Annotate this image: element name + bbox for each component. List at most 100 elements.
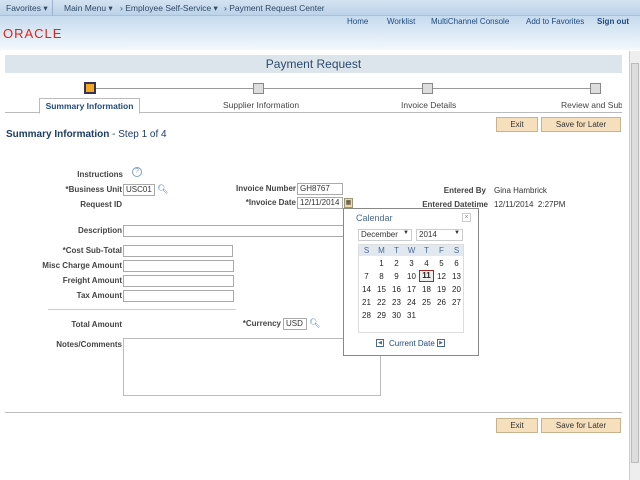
calendar-day[interactable]: 9 <box>389 272 404 281</box>
step-line <box>95 88 601 89</box>
calendar-day[interactable]: 23 <box>389 298 404 307</box>
calendar-day[interactable]: 12 <box>434 272 449 281</box>
current-date-link[interactable]: Current Date <box>389 339 435 348</box>
multichannel-link[interactable]: MultiChannel Console <box>431 17 509 26</box>
favorites-menu[interactable]: Favorites ▾ <box>6 3 48 14</box>
calendar-day[interactable]: 14 <box>359 285 374 294</box>
instructions-label: Instructions <box>77 170 123 179</box>
year-select[interactable]: 2014 ▼ <box>416 229 463 241</box>
step-marker-3[interactable] <box>422 83 433 94</box>
add-favorites-link[interactable]: Add to Favorites <box>526 17 584 26</box>
calendar-day[interactable]: 13 <box>449 272 464 281</box>
request-id-label: Request ID <box>80 200 122 209</box>
calendar-day[interactable]: 24 <box>404 298 419 307</box>
scrollbar-thumb[interactable] <box>631 63 639 463</box>
exit-button[interactable]: Exit <box>496 117 538 132</box>
total-amount-label: Total Amount <box>71 320 122 329</box>
weekday-label: T <box>394 246 399 255</box>
calendar-day[interactable]: 10 <box>404 272 419 281</box>
weekday-label: S <box>363 246 370 255</box>
calendar-grid: S M T W T F S 1 2 3 4 5 6 7 8 9 10 11 12 13 14 15 16 17 18 19 20 21… <box>358 244 464 333</box>
save-for-later-button-bottom[interactable]: Save for Later <box>541 418 621 433</box>
year-value: 2014 <box>419 230 437 239</box>
calendar-day[interactable]: 1 <box>374 259 389 268</box>
calendar-day[interactable]: 31 <box>404 311 419 320</box>
calendar-day[interactable]: 15 <box>374 285 389 294</box>
breadcrumb-ess[interactable]: › Employee Self-Service ▾ <box>120 3 218 14</box>
calendar-day[interactable]: 3 <box>404 259 419 268</box>
calendar-day[interactable]: 19 <box>434 285 449 294</box>
currency-label: *Currency <box>242 319 281 328</box>
calendar-day[interactable]: 7 <box>359 272 374 281</box>
page-title: Payment Request <box>5 55 622 73</box>
step-marker-4[interactable] <box>590 83 601 94</box>
freight-label: Freight Amount <box>62 276 122 285</box>
calendar-icon[interactable]: ▦ <box>344 198 353 208</box>
prev-icon[interactable]: ◀ <box>376 339 384 347</box>
calendar-day[interactable]: 21 <box>359 298 374 307</box>
invoice-date-input[interactable]: 12/11/2014 <box>297 197 343 209</box>
calendar-day[interactable]: 26 <box>434 298 449 307</box>
calendar-day[interactable]: 2 <box>389 259 404 268</box>
step-marker-2[interactable] <box>253 83 264 94</box>
main-menu-label: Main Menu <box>64 3 107 13</box>
calendar-day[interactable]: 16 <box>389 285 404 294</box>
business-unit-input[interactable]: USC01 <box>123 184 155 196</box>
tab-invoice-details[interactable]: Invoice Details <box>401 100 456 110</box>
calendar-day-selected[interactable]: 11 <box>419 270 434 282</box>
scrollbar[interactable] <box>629 51 640 480</box>
tab-summary-information[interactable]: Summary Information <box>39 98 140 114</box>
cost-subtotal-input[interactable] <box>123 245 233 257</box>
calendar-day[interactable]: 6 <box>449 259 464 268</box>
tax-label: Tax Amount <box>76 291 122 300</box>
cost-subtotal-label: *Cost Sub-Total <box>62 246 122 255</box>
exit-button-bottom[interactable]: Exit <box>496 418 538 433</box>
sign-out-link[interactable]: Sign out <box>597 17 629 26</box>
calendar-day[interactable]: 18 <box>419 285 434 294</box>
divider <box>48 309 236 310</box>
calendar-day[interactable]: 27 <box>449 298 464 307</box>
worklist-link[interactable]: Worklist <box>387 17 415 26</box>
home-link[interactable]: Home <box>347 17 368 26</box>
main-menu[interactable]: Main Menu ▾ <box>64 3 113 14</box>
ess-label: Employee Self-Service <box>125 3 212 13</box>
calendar-day[interactable]: 30 <box>389 311 404 320</box>
month-value: December <box>361 230 398 239</box>
currency-lookup-icon[interactable]: 🔍︎ <box>309 318 320 329</box>
calendar-day[interactable]: 8 <box>374 272 389 281</box>
calendar-day[interactable]: 17 <box>404 285 419 294</box>
close-icon[interactable]: × <box>462 213 471 222</box>
chevron-down-icon: ▼ <box>454 230 460 236</box>
favorites-label: Favorites <box>6 3 41 13</box>
tab-review-submit[interactable]: Review and Submit <box>561 100 622 110</box>
currency-input[interactable]: USD <box>283 318 307 330</box>
calendar-day[interactable]: 29 <box>374 311 389 320</box>
lookup-icon[interactable]: 🔍︎ <box>157 184 168 195</box>
save-for-later-button[interactable]: Save for Later <box>541 117 621 132</box>
invoice-number-input[interactable]: GH8767 <box>297 183 343 195</box>
calendar-day[interactable]: 20 <box>449 285 464 294</box>
misc-charge-label: Misc Charge Amount <box>42 261 122 270</box>
business-unit-label: *Business Unit <box>65 185 122 194</box>
tab-supplier-information[interactable]: Supplier Information <box>223 100 299 110</box>
section-heading: Summary Information - Step 1 of 4 <box>6 129 167 140</box>
calendar-popup: Calendar × December ▼ 2014 ▼ SMTWTFS123456… <box>343 208 479 356</box>
calendar-day[interactable]: 5 <box>434 259 449 268</box>
tax-input[interactable] <box>123 290 234 302</box>
month-select[interactable]: December ▼ <box>358 229 412 241</box>
invoice-number-label: Invoice Number <box>235 184 296 193</box>
weekday-label: S <box>453 246 460 255</box>
next-icon[interactable]: ▶ <box>437 339 445 347</box>
calendar-day[interactable]: 4 <box>419 259 434 268</box>
misc-charge-input[interactable] <box>123 260 234 272</box>
help-icon[interactable]: ? <box>132 167 142 177</box>
divider <box>52 0 53 16</box>
calendar-day[interactable]: 25 <box>419 298 434 307</box>
step-marker-1[interactable] <box>84 82 96 94</box>
breadcrumb-bar: Favorites ▾ Main Menu ▾ › Employee Self-… <box>0 0 640 16</box>
freight-input[interactable] <box>123 275 234 287</box>
calendar-day[interactable]: 22 <box>374 298 389 307</box>
notes-label: Notes/Comments <box>56 340 122 349</box>
weekday-label: T <box>424 246 429 255</box>
calendar-day[interactable]: 28 <box>359 311 374 320</box>
